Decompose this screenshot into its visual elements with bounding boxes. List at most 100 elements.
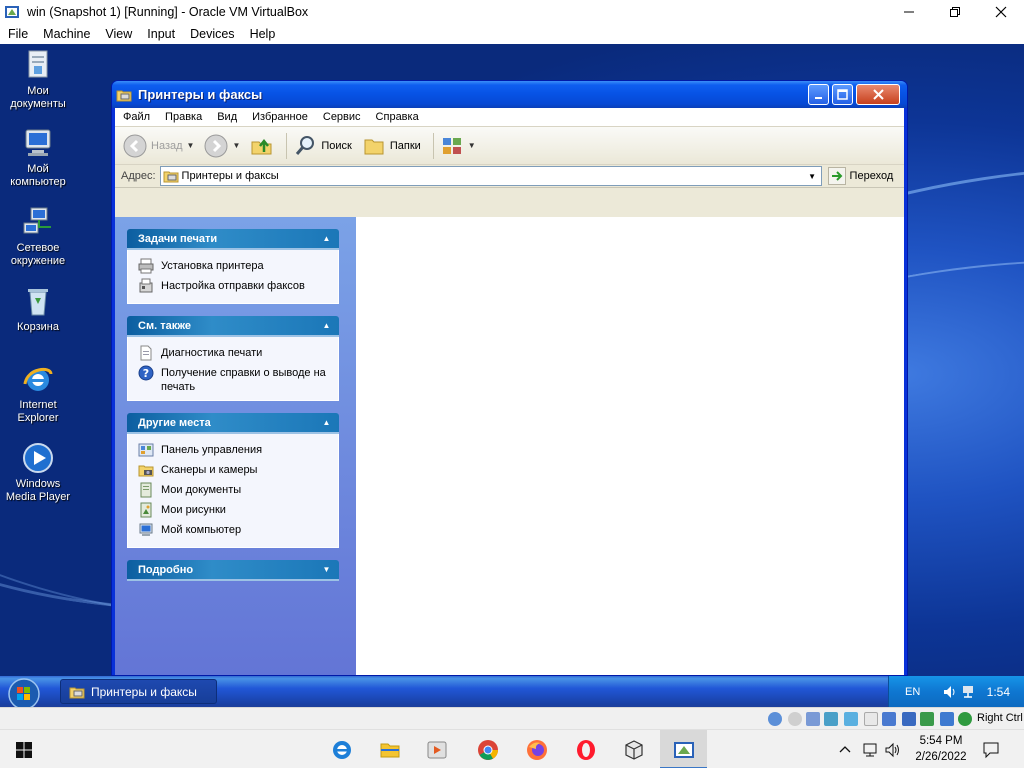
usb-icon[interactable] [844, 712, 858, 726]
printers-folder-icon [116, 90, 132, 101]
place-scanners-cameras[interactable]: Сканеры и камеры [138, 461, 332, 481]
taskbar-app-media[interactable] [413, 730, 460, 768]
printers-list-area[interactable] [356, 217, 904, 675]
forward-button[interactable]: ▼ [204, 134, 240, 158]
views-button[interactable]: ▼ [440, 134, 476, 158]
place-my-computer[interactable]: Мой компьютер [138, 521, 332, 541]
printers-folder-icon [163, 171, 179, 183]
svg-text:?: ? [143, 367, 149, 380]
language-indicator[interactable]: EN [905, 686, 920, 698]
menu-help[interactable]: Справка [376, 111, 419, 123]
volume-icon[interactable] [942, 684, 958, 700]
taskbar-app-chrome[interactable] [464, 730, 511, 768]
panel-header[interactable]: Другие места ▲ [127, 413, 339, 434]
display-icon[interactable] [882, 712, 896, 726]
close-button[interactable] [978, 0, 1024, 23]
restore-button[interactable] [932, 0, 978, 23]
link-print-troubleshoot[interactable]: Диагностика печати [138, 344, 332, 364]
task-add-printer[interactable]: Установка принтера [138, 257, 332, 277]
vbox-menu-help[interactable]: Help [250, 27, 276, 41]
address-value: Принтеры и факсы [181, 170, 279, 182]
host-taskbar: 5:54 PM 2/26/2022 [0, 729, 1024, 768]
host-clock[interactable]: 5:54 PM 2/26/2022 [900, 733, 982, 765]
address-field[interactable]: Принтеры и факсы ▼ [159, 166, 822, 186]
chevron-up-icon[interactable] [838, 743, 852, 757]
place-control-panel[interactable]: Панель управления [138, 441, 332, 461]
optical-drive-icon[interactable] [788, 712, 802, 726]
panel-header[interactable]: Подробно ▼ [127, 560, 339, 581]
window-titlebar[interactable]: Принтеры и факсы [112, 81, 907, 108]
shared-folders-icon[interactable] [864, 712, 878, 726]
menu-edit[interactable]: Правка [165, 111, 202, 123]
network-tray-icon[interactable] [960, 684, 976, 700]
desktop-icon-network[interactable]: Сетевое окружение [0, 205, 76, 268]
expand-chevron-icon[interactable]: ▼ [320, 563, 333, 576]
taskbar-app-virtualbox-vm[interactable] [660, 730, 707, 768]
video-capture-icon[interactable] [902, 712, 916, 726]
menu-view[interactable]: Вид [217, 111, 237, 123]
desktop-icon-internet-explorer[interactable]: Internet Explorer [0, 362, 76, 425]
task-fax-setup[interactable]: Настройка отправки факсов [138, 277, 332, 297]
hard-disk-icon[interactable] [768, 712, 782, 726]
desktop-icon-media-player[interactable]: Windows Media Player [0, 441, 76, 504]
mouse-integration-icon[interactable] [940, 712, 954, 726]
collapse-chevron-icon[interactable]: ▲ [320, 319, 333, 332]
taskbar-window-button[interactable]: Принтеры и факсы [60, 679, 217, 704]
chevron-down-icon[interactable]: ▼ [804, 167, 821, 185]
vbox-menu-input[interactable]: Input [147, 27, 175, 41]
xp-minimize-button[interactable] [808, 84, 829, 105]
minimize-button[interactable] [886, 0, 932, 23]
desktop-icon-my-documents[interactable]: Мои документы [0, 48, 76, 111]
minimize-icon [904, 11, 914, 12]
dropdown-arrow-icon[interactable]: ▼ [187, 141, 195, 150]
panel-body: Панель управления Сканеры и камеры Мои д… [127, 434, 339, 548]
go-button[interactable]: Переход [827, 167, 893, 185]
network-adapter-icon[interactable] [824, 712, 838, 726]
window-client-area: Файл Правка Вид Избранное Сервис Справка… [115, 108, 904, 675]
xp-close-button[interactable] [856, 84, 900, 105]
taskbar-app-edge[interactable] [318, 730, 365, 768]
link-print-help[interactable]: ? Получение справки о выводе на печать [138, 364, 332, 394]
back-button[interactable]: Назад ▼ [123, 134, 194, 158]
windows-start-button[interactable] [0, 730, 47, 768]
search-label: Поиск [321, 139, 352, 152]
menu-favorites[interactable]: Избранное [252, 111, 308, 123]
restore-icon [950, 6, 960, 17]
collapse-chevron-icon[interactable]: ▲ [320, 416, 333, 429]
start-button[interactable] [5, 677, 43, 707]
notification-icon[interactable] [982, 741, 1000, 759]
keyboard-capture-icon[interactable] [958, 712, 972, 726]
desktop-icon-my-computer[interactable]: Мой компьютер [0, 126, 76, 189]
up-folder-button[interactable] [250, 134, 274, 158]
network-status-icon[interactable] [862, 742, 880, 758]
collapse-chevron-icon[interactable]: ▲ [320, 232, 333, 245]
task-pane: Задачи печати ▲ Установка принтера Настр… [115, 217, 356, 675]
media-player-icon [23, 443, 53, 473]
dropdown-arrow-icon[interactable]: ▼ [468, 141, 476, 150]
virtualization-icon[interactable] [920, 712, 934, 726]
panel-header[interactable]: См. также ▲ [127, 316, 339, 337]
taskbar-app-firefox[interactable] [513, 730, 560, 768]
virtualbox-cube-icon [624, 739, 643, 760]
firefox-icon [526, 739, 547, 760]
place-my-documents[interactable]: Мои документы [138, 481, 332, 501]
folders-button[interactable]: Папки [362, 134, 421, 158]
dropdown-arrow-icon[interactable]: ▼ [232, 141, 240, 150]
taskbar-app-virtualbox-manager[interactable] [610, 730, 657, 768]
audio-icon[interactable] [806, 712, 820, 726]
panel-header[interactable]: Задачи печати ▲ [127, 229, 339, 250]
vbox-menu-machine[interactable]: Machine [43, 27, 90, 41]
vbox-menu-file[interactable]: File [8, 27, 28, 41]
panel-see-also: См. также ▲ Диагностика печати ? Получен… [127, 316, 339, 401]
xp-maximize-button[interactable] [832, 84, 853, 105]
menu-file[interactable]: Файл [123, 111, 150, 123]
taskbar-app-opera[interactable] [562, 730, 609, 768]
panel-print-tasks: Задачи печати ▲ Установка принтера Настр… [127, 229, 339, 304]
vbox-menu-devices[interactable]: Devices [190, 27, 234, 41]
vbox-menu-view[interactable]: View [105, 27, 132, 41]
taskbar-app-file-explorer[interactable] [366, 730, 413, 768]
search-button[interactable]: Поиск [293, 134, 352, 158]
desktop-icon-recycle-bin[interactable]: Корзина [0, 284, 76, 334]
place-my-pictures[interactable]: Мои рисунки [138, 501, 332, 521]
menu-tools[interactable]: Сервис [323, 111, 361, 123]
